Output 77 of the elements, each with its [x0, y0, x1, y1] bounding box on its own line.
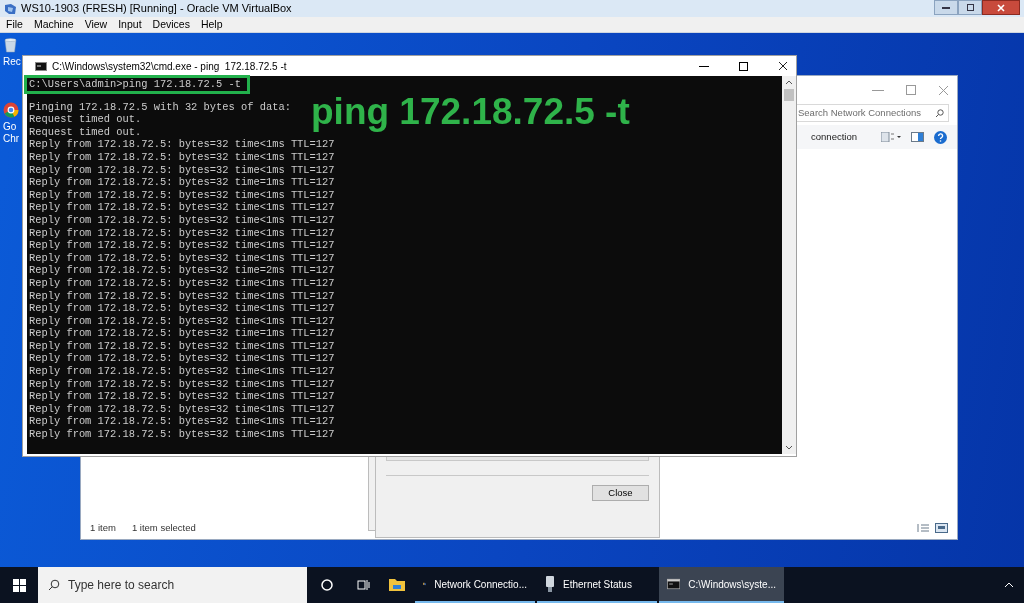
console-line: Reply from 172.18.72.5: bytes=32 time<1ms TTL=127 — [29, 201, 335, 214]
recycle-bin-icon[interactable] — [3, 37, 18, 53]
console-line: Reply from 172.18.72.5: bytes=32 time<1ms TTL=127 — [29, 428, 335, 441]
status-text: 1 item — [90, 520, 116, 535]
taskbar-app-button[interactable]: Ethernet Status — [537, 567, 657, 603]
console-line: Reply from 172.18.72.5: bytes=32 time=1ms TTL=127 — [29, 327, 335, 340]
console-line: Reply from 172.18.72.5: bytes=32 time<1ms TTL=127 — [29, 302, 335, 315]
large-icons-view-icon[interactable] — [935, 523, 948, 533]
console-line: Reply from 172.18.72.5: bytes=32 time<1ms TTL=127 — [29, 377, 335, 391]
search-icon — [935, 108, 944, 118]
search-icon — [48, 579, 60, 591]
console-line: Reply from 172.18.72.5: bytes=32 time=2ms TTL=127 — [29, 264, 335, 277]
scrollbar-thumb[interactable] — [784, 89, 794, 101]
scroll-down-icon[interactable] — [785, 443, 793, 451]
minimize-button[interactable] — [699, 65, 709, 67]
console-line: Reply from 172.18.72.5: bytes=32 time<1ms TTL=127 — [29, 213, 335, 227]
menu-item[interactable]: View — [84, 16, 108, 33]
task-view-icon[interactable] — [356, 579, 370, 591]
view-options-icon[interactable] — [881, 132, 901, 142]
ethernet-plug-icon — [545, 575, 555, 593]
restore-button[interactable] — [958, 0, 982, 15]
console-line: Reply from 172.18.72.5: bytes=32 time<1ms TTL=127 — [29, 352, 335, 366]
console-line: Reply from 172.18.72.5: bytes=32 time<1ms TTL=127 — [29, 251, 335, 265]
taskbar-search-field[interactable]: Type here to search — [38, 567, 307, 603]
console-line: Reply from 172.18.72.5: bytes=32 time<1ms TTL=127 — [29, 239, 335, 252]
menu-item[interactable]: Machine — [33, 16, 74, 33]
close-icon[interactable] — [778, 61, 788, 71]
chevron-up-icon[interactable] — [1004, 582, 1014, 588]
close-icon — [997, 3, 1005, 12]
highlighted-command-line: C:\Users\admin>ping 172.18.72.5 -t — [27, 78, 247, 91]
terminal-icon — [35, 61, 47, 71]
status-text: 1 item selected — [131, 520, 196, 535]
console-line: Request timed out. — [29, 125, 142, 139]
console-line: Reply from 172.18.72.5: bytes=32 time<1ms TTL=127 — [29, 289, 335, 303]
maximize-button[interactable] — [739, 61, 748, 71]
console-line: Reply from 172.18.72.5: bytes=32 time<1ms TTL=127 — [29, 226, 335, 240]
window-title: C:\Windows\system32\cmd.exe - ping 172.18.72.5 -t — [52, 59, 287, 74]
virtualbox-icon — [4, 2, 17, 15]
console-line: Reply from 172.18.72.5: bytes=32 time<1ms TTL=127 — [29, 188, 335, 202]
window-title: WS10-1903 (FRESH) [Running] - Oracle VM VirtualBox — [21, 1, 292, 17]
menu-item[interactable]: File — [6, 16, 23, 33]
menu-item[interactable]: Input — [118, 16, 142, 33]
scroll-up-icon[interactable] — [785, 79, 793, 87]
annotation-text: ping 172.18.72.5 -t — [311, 93, 630, 130]
console-line: Reply from 172.18.72.5: bytes=32 time<1ms TTL=127 — [29, 402, 335, 416]
console-line: Reply from 172.18.72.5: bytes=32 time<1ms TTL=127 — [29, 138, 335, 151]
menu-item[interactable]: Help — [200, 16, 223, 33]
folder-icon[interactable] — [389, 577, 405, 591]
console-line: Reply from 172.18.72.5: bytes=32 time<1ms TTL=127 — [29, 276, 335, 290]
console-line: Reply from 172.18.72.5: bytes=32 time<1ms TTL=127 — [29, 163, 335, 177]
taskbar-app-button[interactable]: Network Connectio... — [415, 567, 535, 603]
help-icon[interactable] — [934, 130, 947, 144]
search-input[interactable]: Search Network Connections — [798, 105, 935, 121]
desktop-icon-label[interactable]: Go Chr — [3, 121, 20, 145]
close-button[interactable] — [982, 0, 1020, 15]
console-line: Reply from 172.18.72.5: bytes=32 time<1ms TTL=127 — [29, 415, 335, 429]
minimize-button[interactable] — [934, 0, 958, 15]
cortana-circle-icon[interactable] — [321, 579, 333, 591]
preview-pane-icon[interactable] — [911, 132, 924, 142]
console-line: Reply from 172.18.72.5: bytes=32 time=1ms TTL=127 — [29, 176, 335, 189]
terminal-icon — [667, 577, 681, 591]
console-line: Reply from 172.18.72.5: bytes=32 time<1ms TTL=127 — [29, 150, 335, 164]
desktop-icon-label[interactable]: Rec — [3, 56, 21, 68]
toolbar-text[interactable]: connection — [811, 129, 857, 145]
console-line: Reply from 172.18.72.5: bytes=32 time<1ms TTL=127 — [29, 390, 335, 403]
close-button[interactable]: Close — [592, 485, 649, 501]
console-line: Pinging 172.18.72.5 with 32 bytes of data: — [29, 100, 291, 114]
menu-item[interactable]: Devices — [152, 16, 190, 33]
windows-logo-icon — [12, 578, 26, 592]
search-input[interactable]: Type here to search — [68, 576, 297, 594]
console-line: Reply from 172.18.72.5: bytes=32 time<1ms TTL=127 — [29, 314, 335, 328]
console-line: Request timed out. — [29, 113, 142, 126]
console-line: Reply from 172.18.72.5: bytes=32 time<1ms TTL=127 — [29, 339, 335, 353]
scrollbar[interactable] — [782, 76, 796, 454]
console-line: Reply from 172.18.72.5: bytes=32 time<1ms TTL=127 — [29, 365, 335, 378]
browser-icon[interactable] — [3, 102, 19, 118]
taskbar-app-button[interactable]: C:\Windows\syste... — [659, 567, 784, 603]
